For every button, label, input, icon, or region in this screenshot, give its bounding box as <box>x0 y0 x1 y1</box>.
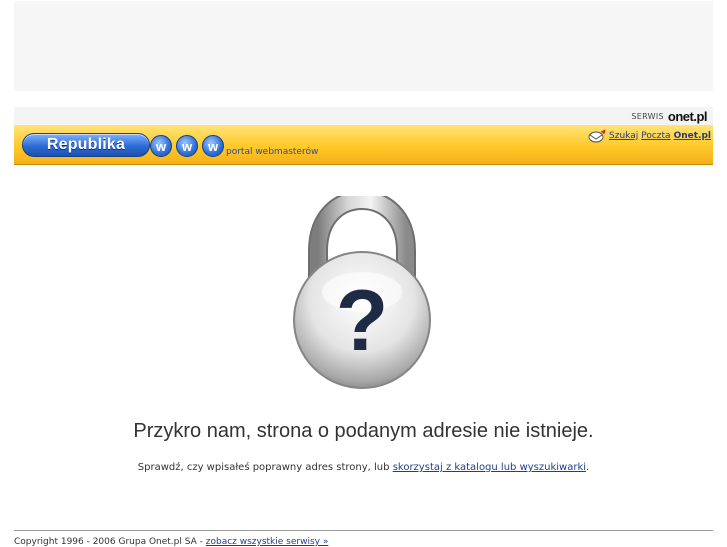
error-hint: Sprawdź, czy wpisałeś poprawny adres str… <box>0 462 727 473</box>
mail-envelope-icon <box>588 129 606 143</box>
republika-header-bar: Republika w w w portal webmasterów Szuka… <box>14 125 713 165</box>
poczta-link[interactable]: Poczta <box>641 131 670 141</box>
serwis-label: SERWIS <box>631 111 664 121</box>
www-w-icon: w <box>176 135 198 157</box>
header-top-strip <box>14 107 713 125</box>
ad-banner-area <box>14 1 713 91</box>
serwis-onet[interactable]: SERWIS onet.pl <box>631 108 707 124</box>
error-message: Przykro nam, strona o podanym adresie ni… <box>133 420 594 442</box>
top-links: Szukaj Poczta Onet.pl <box>588 129 711 143</box>
www-w-icon: w <box>202 135 224 157</box>
onet-logo[interactable]: onet.pl <box>668 109 708 124</box>
www-w-icon: w <box>150 135 172 157</box>
error-hint-suffix: . <box>586 462 590 473</box>
error-hint-text: Sprawdź, czy wpisałeś poprawny adres str… <box>137 462 393 473</box>
republika-logo[interactable]: Republika <box>22 133 150 157</box>
all-services-link[interactable]: zobacz wszystkie serwisy » <box>206 537 329 547</box>
svg-text:?: ? <box>336 273 389 369</box>
footer: Copyright 1996 - 2006 Grupa Onet.pl SA -… <box>14 537 328 547</box>
footer-divider <box>14 530 713 531</box>
republika-logo-text: Republika <box>46 136 126 153</box>
padlock-question-icon: ? <box>292 189 433 400</box>
copyright-text: Copyright 1996 - 2006 Grupa Onet.pl SA - <box>14 537 206 547</box>
catalog-search-link[interactable]: skorzystaj z katalogu lub wyszukiwarki <box>393 462 586 473</box>
szukaj-link[interactable]: Szukaj <box>609 131 638 141</box>
onet-home-link[interactable]: Onet.pl <box>674 131 711 141</box>
portal-tagline: portal webmasterów <box>226 147 319 157</box>
